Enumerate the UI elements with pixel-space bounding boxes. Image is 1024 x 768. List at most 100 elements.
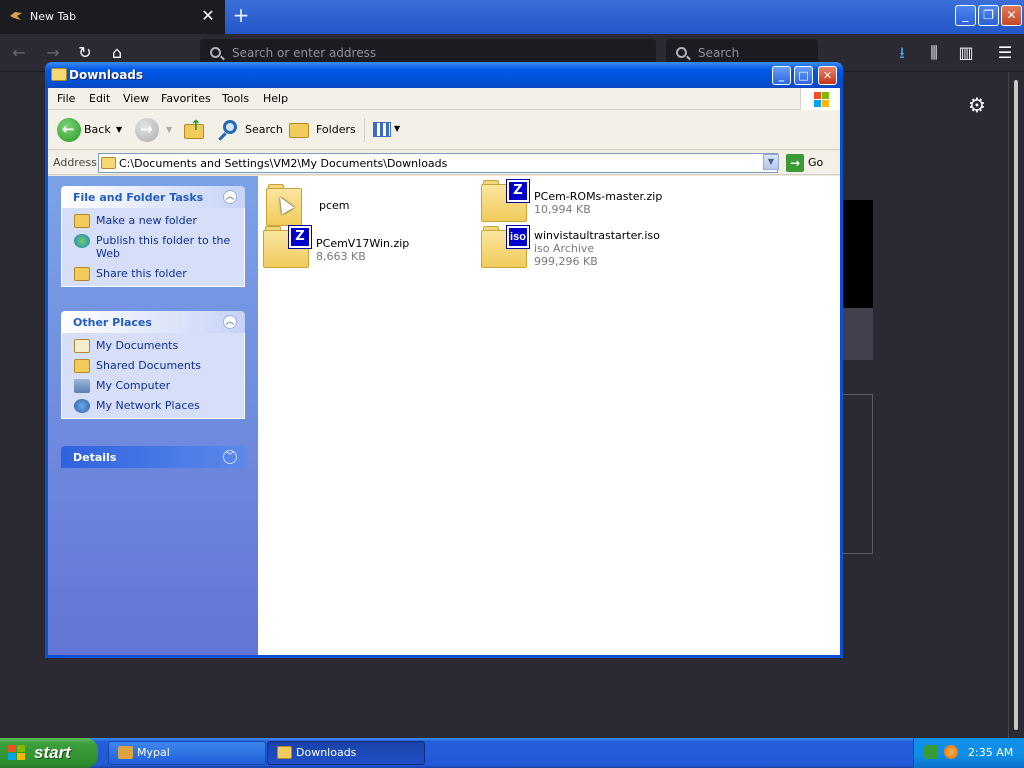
- url-placeholder: Search or enter address: [232, 46, 377, 60]
- documents-icon: [74, 339, 90, 353]
- my-documents-link[interactable]: My Documents: [72, 339, 244, 353]
- file-name: winvistaultrastarter.iso: [534, 229, 660, 242]
- library-icon[interactable]: ⫼: [921, 40, 947, 66]
- folders-icon[interactable]: [289, 119, 311, 139]
- sidebar-icon[interactable]: ▥: [953, 40, 979, 66]
- go-button[interactable]: → Go: [786, 153, 823, 173]
- search-icon: [676, 47, 687, 58]
- network-icon: [74, 399, 90, 413]
- toolbar: ← Back ▼ → ▼ ↑ Search Folders ▼: [48, 110, 840, 150]
- start-label: start: [34, 743, 71, 762]
- tab-new-tab[interactable]: New Tab ✕: [0, 0, 225, 34]
- menu-help[interactable]: Help: [263, 92, 288, 105]
- shared-documents-link[interactable]: Shared Documents: [72, 359, 244, 373]
- iso-file-icon: iso: [481, 225, 530, 268]
- explorer-window: Downloads _ □ ✕ File Edit View Favorites…: [45, 62, 843, 658]
- shortcut-card[interactable]: [843, 200, 873, 360]
- back-arrow-icon[interactable]: ←: [6, 40, 32, 66]
- window-title: Downloads: [69, 68, 144, 82]
- expand-icon[interactable]: ﹀: [223, 450, 237, 464]
- up-folder-icon[interactable]: ↑: [184, 118, 206, 140]
- window-titlebar[interactable]: Downloads _ □ ✕: [45, 62, 843, 88]
- menu-icon[interactable]: ☰: [992, 40, 1018, 66]
- search-icon[interactable]: [218, 118, 240, 141]
- windows-logo-icon: [800, 88, 840, 110]
- menu-view[interactable]: View: [123, 92, 149, 105]
- close-button[interactable]: ✕: [818, 66, 837, 85]
- other-places-title: Other Places: [73, 316, 152, 329]
- shortcut-card-empty[interactable]: [843, 394, 873, 554]
- forward-icon[interactable]: →: [135, 118, 159, 142]
- menu-bar: File Edit View Favorites Tools Help: [48, 88, 840, 110]
- page-scrollbar[interactable]: [1008, 72, 1022, 738]
- taskbar-item-mypal[interactable]: Mypal: [108, 741, 266, 765]
- search-button[interactable]: Search: [245, 117, 283, 143]
- back-dropdown-icon[interactable]: ▼: [116, 117, 122, 143]
- new-tab-icon[interactable]: +: [230, 5, 252, 27]
- browser-minimize-button[interactable]: _: [955, 5, 976, 26]
- collapse-icon[interactable]: ︿: [223, 315, 237, 329]
- menu-edit[interactable]: Edit: [89, 92, 110, 105]
- other-places-panel: Other Places ︿ My Documents Shared Docum…: [61, 311, 245, 419]
- publish-folder-link[interactable]: Publish this folder to the Web: [72, 234, 244, 260]
- minimize-button[interactable]: _: [772, 66, 791, 85]
- share-folder-link[interactable]: Share this folder: [72, 267, 244, 281]
- browser-close-button[interactable]: ✕: [1001, 5, 1022, 26]
- address-path: C:\Documents and Settings\VM2\My Documen…: [119, 157, 448, 170]
- my-network-places-link[interactable]: My Network Places: [72, 399, 244, 413]
- go-label: Go: [808, 156, 824, 169]
- close-tab-icon[interactable]: ✕: [200, 7, 216, 25]
- views-button[interactable]: ▼: [364, 118, 401, 142]
- zip-file-icon: Z: [481, 179, 530, 222]
- menu-tools[interactable]: Tools: [222, 92, 249, 105]
- details-panel: Details ﹀: [61, 446, 245, 468]
- browser-restore-button[interactable]: ❐: [978, 5, 999, 26]
- views-dropdown-icon: ▼: [394, 124, 401, 133]
- share-folder-icon: [74, 267, 90, 281]
- start-button[interactable]: start: [0, 738, 98, 768]
- file-item-pcem-roms[interactable]: Z PCem-ROMs-master.zip 10,994 KB: [481, 179, 691, 226]
- taskbar: start Mypal Downloads 2:35 AM: [0, 738, 1024, 768]
- make-new-folder-link[interactable]: Make a new folder: [72, 214, 244, 228]
- my-computer-link[interactable]: My Computer: [72, 379, 244, 393]
- back-button[interactable]: Back: [84, 117, 111, 143]
- network-tray-icon[interactable]: [924, 745, 938, 759]
- file-size: 8,663 KB: [316, 250, 366, 263]
- back-icon[interactable]: ←: [57, 118, 81, 142]
- file-folder-tasks-header[interactable]: File and Folder Tasks ︿: [61, 186, 245, 208]
- details-header[interactable]: Details ﹀: [61, 446, 245, 468]
- file-size: 10,994 KB: [534, 203, 591, 216]
- folder-icon: [277, 746, 292, 759]
- other-places-list: My Documents Shared Documents My Compute…: [61, 333, 245, 419]
- window-body: File Edit View Favorites Tools Help ← Ba…: [48, 88, 840, 655]
- menu-favorites[interactable]: Favorites: [161, 92, 211, 105]
- file-size: 999,296 KB: [534, 255, 598, 268]
- file-item-winvista-iso[interactable]: iso winvistaultrastarter.iso iso Archive…: [481, 225, 691, 272]
- clock[interactable]: 2:35 AM: [968, 746, 1013, 759]
- tab-title: New Tab: [30, 10, 77, 23]
- folder-icon: [101, 157, 116, 169]
- computer-icon: [74, 379, 90, 393]
- file-name: PCem-ROMs-master.zip: [534, 190, 663, 203]
- download-icon[interactable]: ⭳: [889, 40, 915, 66]
- address-label: Address: [53, 156, 97, 169]
- system-tray: 2:35 AM: [913, 738, 1024, 768]
- collapse-icon[interactable]: ︿: [223, 190, 237, 204]
- taskbar-item-downloads[interactable]: Downloads: [267, 741, 425, 765]
- forward-dropdown-icon[interactable]: ▼: [166, 117, 172, 143]
- maximize-button[interactable]: □: [794, 66, 813, 85]
- file-type: iso Archive: [534, 242, 595, 255]
- folders-button[interactable]: Folders: [316, 117, 356, 143]
- details-title: Details: [73, 451, 117, 464]
- search-tray-icon[interactable]: [944, 745, 958, 759]
- gear-icon[interactable]: ⚙: [966, 94, 988, 116]
- file-item-pcem[interactable]: pcem: [266, 184, 476, 230]
- address-dropdown-icon[interactable]: ▼: [763, 154, 779, 170]
- menu-file[interactable]: File: [57, 92, 75, 105]
- mypal-icon: [10, 12, 22, 20]
- address-field[interactable]: C:\Documents and Settings\VM2\My Documen…: [98, 153, 778, 173]
- browser-titlebar: New Tab ✕ + _ ❐ ✕: [0, 0, 1024, 34]
- other-places-header[interactable]: Other Places ︿: [61, 311, 245, 333]
- file-item-pcemv17win[interactable]: Z PCemV17Win.zip 8,663 KB: [263, 225, 473, 272]
- mypal-icon: [118, 746, 133, 759]
